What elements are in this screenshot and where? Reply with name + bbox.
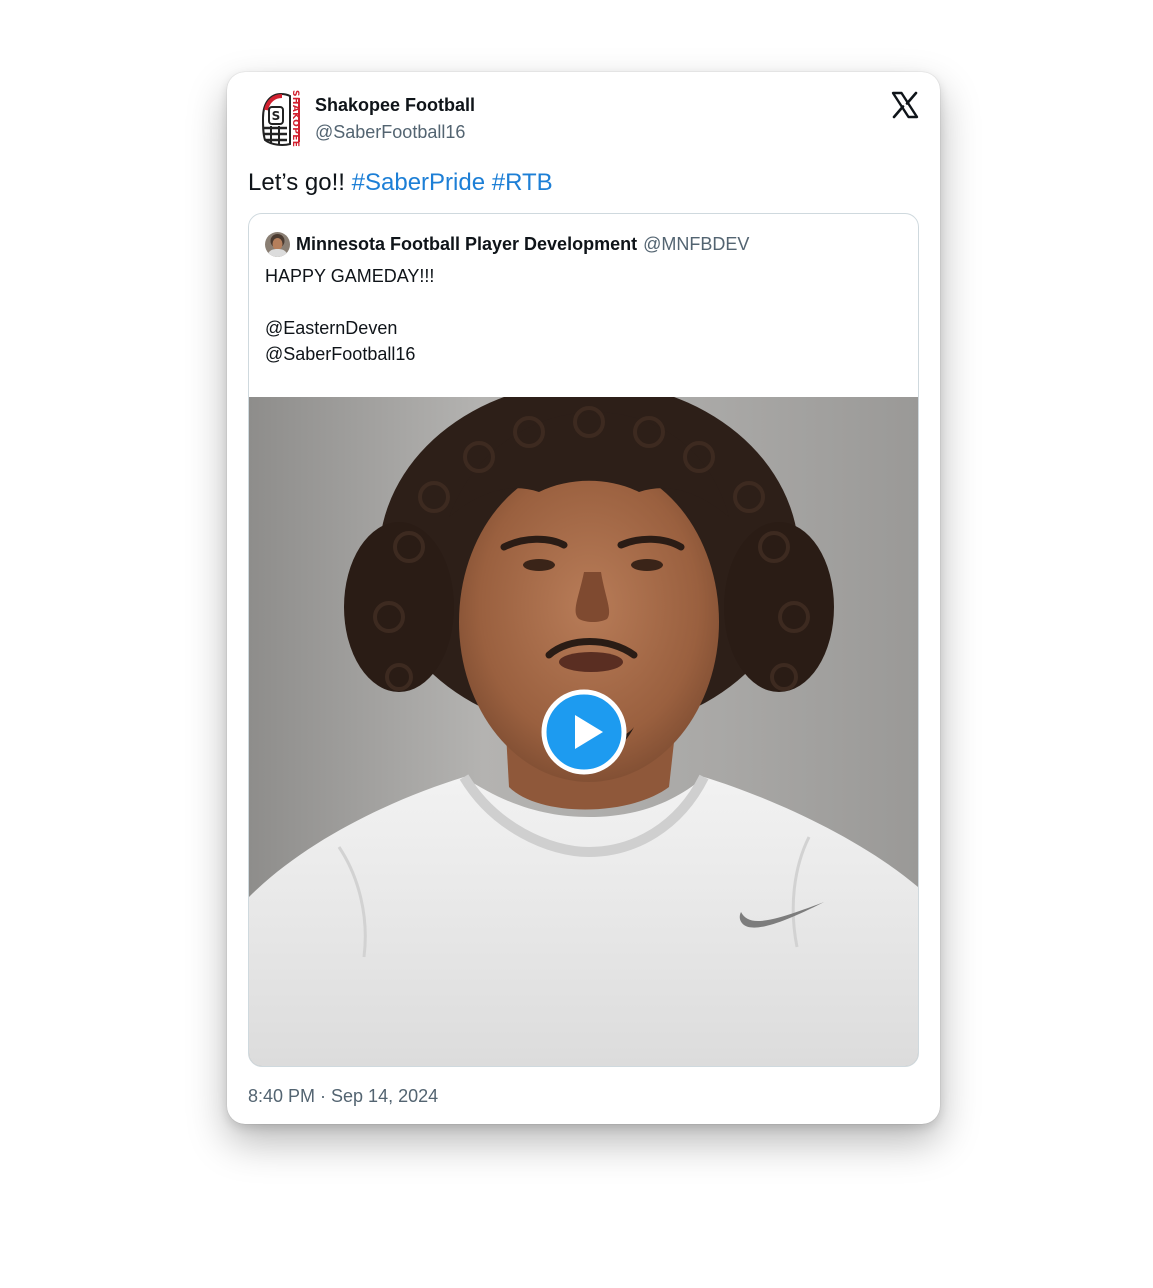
mention-saberfootball16[interactable]: @SaberFootball16 — [265, 341, 434, 367]
tweet-text-prefix: Let’s go!! — [248, 169, 352, 196]
tweet-card: S SHAKOPEE Shakopee Football @SaberFootb… — [227, 72, 940, 1124]
quoted-display-name[interactable]: Minnesota Football Player Development — [296, 234, 637, 255]
quoted-tweet[interactable]: Minnesota Football Player Development @M… — [248, 213, 919, 1067]
profile-photo-icon[interactable] — [265, 231, 290, 257]
tweet-text: Let’s go!! #SaberPride #RTB — [248, 168, 553, 198]
tweet-header: S SHAKOPEE Shakopee Football @SaberFootb… — [257, 88, 920, 152]
author-display-name[interactable]: Shakopee Football — [315, 94, 475, 116]
x-logo-icon[interactable] — [890, 90, 920, 120]
hashtag-rtb[interactable]: #RTB — [492, 169, 553, 196]
svg-text:S: S — [272, 109, 281, 123]
hashtag-saberpride[interactable]: #SaberPride — [352, 169, 485, 196]
play-icon — [541, 689, 627, 775]
quoted-handle[interactable]: @MNFBDEV — [643, 234, 749, 255]
hashtag-separator — [485, 169, 492, 196]
quoted-line-blank — [265, 289, 434, 315]
quoted-tweet-header: Minnesota Football Player Development @M… — [265, 231, 749, 257]
video-thumbnail[interactable] — [249, 397, 918, 1066]
quoted-tweet-text: HAPPY GAMEDAY!!! @EasternDeven @SaberFoo… — [265, 263, 434, 367]
shakopee-helmet-logo-icon[interactable]: S SHAKOPEE — [257, 88, 307, 150]
tweet-timestamp[interactable]: 8:40 PM · Sep 14, 2024 — [248, 1084, 438, 1108]
mention-easterndeven[interactable]: @EasternDeven — [265, 315, 434, 341]
play-button[interactable] — [541, 689, 627, 775]
author-handle[interactable]: @SaberFootball16 — [315, 120, 475, 144]
quoted-line-gameday: HAPPY GAMEDAY!!! — [265, 266, 435, 286]
author-names: Shakopee Football @SaberFootball16 — [315, 94, 475, 144]
